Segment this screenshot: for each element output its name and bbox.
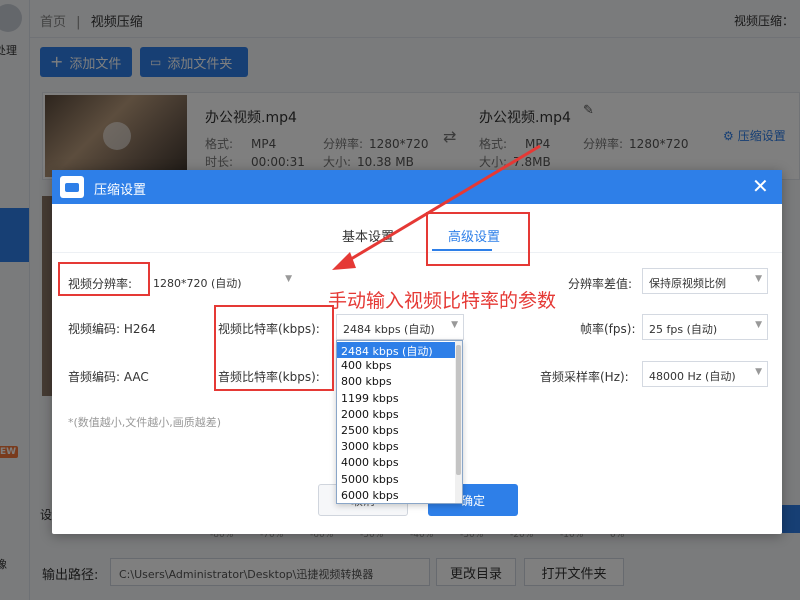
chevron-down-icon: ▼	[755, 367, 762, 377]
quality-hint: *(数值越小,文件越小,画质越差)	[68, 416, 222, 429]
bitrate-dropdown-list[interactable]: 6000 kbps 5000 kbps 4000 kbps 3000 kbps 2500…	[336, 340, 463, 504]
chevron-down-icon: ▼	[285, 274, 292, 284]
bitrate-option[interactable]: 2000 kbps	[337, 407, 457, 423]
samplerate-select[interactable]: 48000 Hz (自动) ▼	[642, 361, 768, 387]
bitrate-option[interactable]: 2484 kbps (自动)	[337, 342, 457, 358]
video-codec-label: 视频编码: H264	[68, 322, 156, 336]
resolution-diff-select[interactable]: 保持原视频比例 ▼	[642, 268, 768, 294]
annotation-box-advanced-tab	[426, 212, 530, 266]
compress-settings-dialog: 压缩设置 ✕ 基本设置 高级设置 视频分辨率: 1280*720 (自动) ▼ …	[52, 170, 782, 534]
bitrate-option[interactable]: 5000 kbps	[337, 472, 457, 488]
bitrate-option[interactable]: 400 kbps	[337, 358, 457, 374]
tab-divider	[52, 252, 782, 253]
framerate-select[interactable]: 25 fps (自动) ▼	[642, 314, 768, 340]
tab-basic-settings[interactable]: 基本设置	[342, 226, 394, 245]
samplerate-label: 音频采样率(Hz):	[540, 370, 629, 384]
chevron-down-icon: ▼	[451, 320, 458, 330]
annotation-box-bitrate-labels	[214, 305, 334, 391]
bitrate-option[interactable]: 4000 kbps	[337, 455, 457, 471]
close-icon[interactable]: ✕	[752, 174, 769, 198]
video-bitrate-input[interactable]: 2484 kbps (自动) ▼	[336, 314, 464, 340]
app-logo-icon	[60, 176, 84, 198]
dialog-title: 压缩设置	[94, 183, 147, 198]
scrollbar-thumb[interactable]	[456, 345, 461, 475]
resolution-diff-label: 分辨率差值:	[568, 277, 633, 291]
bitrate-option[interactable]: 3000 kbps	[337, 439, 457, 455]
chevron-down-icon: ▼	[755, 320, 762, 330]
bitrate-option[interactable]: 800 kbps	[337, 374, 457, 390]
annotation-box-resolution	[58, 262, 150, 296]
bitrate-option[interactable]: 2500 kbps	[337, 423, 457, 439]
audio-codec-label: 音频编码: AAC	[68, 370, 149, 384]
dialog-header: 压缩设置 ✕	[52, 170, 782, 204]
bitrate-option[interactable]: 6000 kbps	[337, 488, 457, 503]
chevron-down-icon: ▼	[755, 274, 762, 284]
framerate-label: 帧率(fps):	[580, 322, 636, 336]
video-resolution-select[interactable]: 1280*720 (自动) ▼	[146, 268, 298, 294]
annotation-text: 手动输入视频比特率的参数	[328, 290, 557, 312]
dropdown-scrollbar[interactable]	[455, 341, 462, 503]
bitrate-option[interactable]: 1199 kbps	[337, 391, 457, 407]
